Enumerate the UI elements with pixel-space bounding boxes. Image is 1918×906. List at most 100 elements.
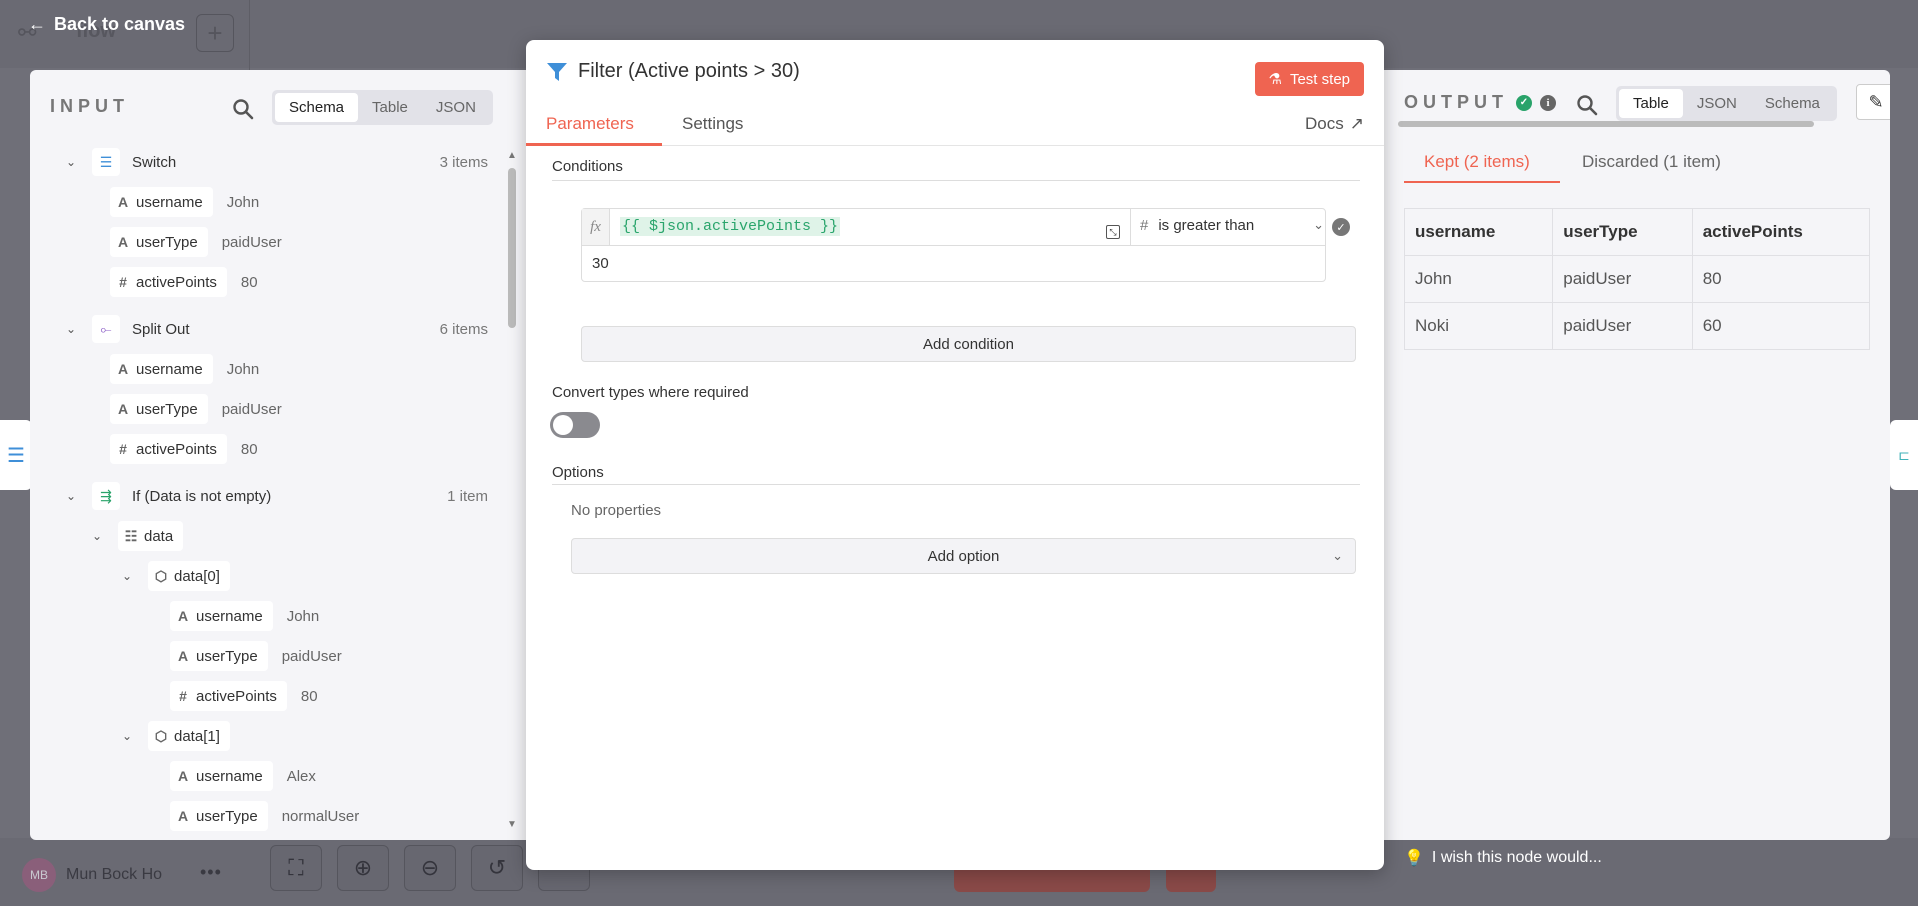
add-option-button[interactable]: Add option ⌄ <box>571 538 1356 574</box>
more-options-icon[interactable]: ••• <box>200 862 222 883</box>
back-to-canvas-button[interactable]: ← Back to canvas <box>28 14 185 35</box>
field-value: paidUser <box>281 647 342 665</box>
scrollbar-thumb[interactable] <box>1398 121 1814 127</box>
tree-object-data[interactable]: ⌄ ☷ data <box>90 520 184 552</box>
docs-link[interactable]: Docs ↗ <box>1305 114 1364 134</box>
schema-field[interactable]: Ausername Alex <box>170 760 316 792</box>
input-view-switcher: Schema Table JSON <box>272 90 493 125</box>
number-type-icon: # <box>119 274 127 290</box>
schema-field[interactable]: AuserType paidUser <box>110 393 282 425</box>
schema-field[interactable]: AuserType paidUser <box>110 226 282 258</box>
field-value: John <box>226 360 260 378</box>
table-header-row: username userType activePoints <box>1403 208 1871 256</box>
schema-field[interactable]: # activePoints 80 <box>110 433 258 465</box>
test-step-button[interactable]: ⚗ Test step <box>1254 62 1364 96</box>
zoom-in-button[interactable]: ⊕ <box>337 845 389 891</box>
tab-settings[interactable]: Settings <box>682 114 743 134</box>
output-tab-json[interactable]: JSON <box>1683 89 1751 118</box>
reset-zoom-button[interactable]: ↺ <box>471 845 523 891</box>
node-title[interactable]: Filter (Active points > 30) <box>578 60 800 83</box>
field-value: paidUser <box>221 400 282 418</box>
schema-field[interactable]: Ausername John <box>170 600 319 632</box>
chevron-down-icon[interactable]: ⌄ <box>64 155 78 169</box>
column-header[interactable]: username <box>1403 208 1554 256</box>
info-icon[interactable]: i <box>1540 94 1556 111</box>
options-label: Options <box>552 464 604 481</box>
tree-object-data-1[interactable]: ⌄ ⬡ data[1] <box>120 720 230 752</box>
scroll-down-icon[interactable]: ▼ <box>507 819 517 830</box>
expand-icon[interactable]: ⤡ <box>1106 225 1120 239</box>
chevron-down-icon[interactable]: ⌄ <box>120 729 134 743</box>
tree-object-data-0[interactable]: ⌄ ⬡ data[0] <box>120 560 230 592</box>
back-to-canvas-label: Back to canvas <box>54 14 186 34</box>
right-value-input[interactable]: 30 <box>592 255 609 272</box>
schema-field[interactable]: AuserType paidUser <box>170 640 342 672</box>
divider <box>582 245 1325 246</box>
field-key: activePoints <box>136 440 217 458</box>
user-name: Mun Bock Ho <box>66 866 163 883</box>
add-workflow-button[interactable]: + <box>196 14 234 52</box>
add-option-label: Add option <box>927 547 1000 565</box>
chevron-down-icon[interactable]: ⌄ <box>64 489 78 503</box>
tree-node-split-out[interactable]: ⌄ ⟜ Split Out 6 items <box>64 313 506 345</box>
input-node-handle[interactable]: ☰ <box>0 420 32 490</box>
tab-kept[interactable]: Kept (2 items) <box>1424 152 1530 172</box>
number-type-icon: # <box>179 688 187 704</box>
field-key: data[0] <box>174 567 220 585</box>
scroll-up-icon[interactable]: ▲ <box>507 150 517 161</box>
field-key: username <box>196 767 263 785</box>
condition-check-icon[interactable]: ✓ <box>1332 218 1350 236</box>
column-header[interactable]: activePoints <box>1691 208 1871 256</box>
table-cell: paidUser <box>1552 302 1693 350</box>
left-value-input[interactable]: {{ $json.activePoints }} <box>620 217 841 236</box>
add-condition-button[interactable]: Add condition <box>581 326 1356 362</box>
string-type-icon: A <box>117 234 129 250</box>
chevron-down-icon[interactable]: ⌄ <box>64 322 78 336</box>
input-tab-json[interactable]: JSON <box>422 93 490 122</box>
tab-discarded[interactable]: Discarded (1 item) <box>1582 152 1721 172</box>
field-value: paidUser <box>221 233 282 251</box>
edit-output-button[interactable]: ✎ <box>1856 84 1890 120</box>
chevron-down-icon: ⌄ <box>1313 217 1324 232</box>
tree-node-if[interactable]: ⌄ ⇶ If (Data is not empty) 1 item <box>64 480 506 512</box>
column-header[interactable]: userType <box>1552 208 1693 256</box>
output-tab-schema[interactable]: Schema <box>1751 89 1834 118</box>
item-count: 6 items <box>439 320 488 338</box>
output-horizontal-scrollbar[interactable] <box>1394 120 1870 128</box>
search-icon[interactable] <box>1576 94 1598 116</box>
schema-field[interactable]: # activePoints 80 <box>170 680 318 712</box>
tree-node-switch[interactable]: ⌄ ☰ Switch 3 items <box>64 146 506 178</box>
schema-field[interactable]: AuserType normalUser <box>170 800 359 832</box>
schema-field[interactable]: # activePoints 80 <box>110 266 258 298</box>
fit-view-button[interactable]: ⛶ <box>270 845 322 891</box>
input-scrollbar[interactable]: ▲ ▼ <box>506 150 518 830</box>
output-node-handle[interactable]: ⊏ <box>1890 420 1918 490</box>
tab-parameters[interactable]: Parameters <box>546 114 634 134</box>
input-title: INPUT <box>50 96 129 116</box>
user-menu[interactable]: MB Mun Bock Ho <box>22 858 162 892</box>
zoom-out-button[interactable]: ⊖ <box>404 845 456 891</box>
table-cell: 80 <box>1691 255 1871 303</box>
field-key: activePoints <box>196 687 277 705</box>
input-tab-table[interactable]: Table <box>358 93 422 122</box>
feedback-link[interactable]: 💡 I wish this node would... <box>1404 848 1602 868</box>
output-tab-table[interactable]: Table <box>1619 89 1683 118</box>
operator-select[interactable]: # is greater than ⌄ <box>1140 217 1324 234</box>
active-tab-underline <box>526 143 662 146</box>
list-icon: ☷ <box>124 527 138 544</box>
table-cell: Noki <box>1403 302 1554 350</box>
convert-types-toggle[interactable] <box>550 412 600 438</box>
scrollbar-thumb[interactable] <box>508 168 516 328</box>
number-type-icon: # <box>119 441 127 457</box>
chevron-down-icon[interactable]: ⌄ <box>90 529 104 543</box>
item-count: 3 items <box>439 153 488 171</box>
search-icon[interactable] <box>232 98 254 120</box>
if-icon: ⇶ <box>92 482 120 510</box>
schema-field[interactable]: Ausername John <box>110 353 259 385</box>
chevron-down-icon[interactable]: ⌄ <box>120 569 134 583</box>
string-type-icon: A <box>117 194 129 210</box>
input-tab-schema[interactable]: Schema <box>275 93 359 122</box>
schema-field[interactable]: Ausername John <box>110 186 259 218</box>
node-tabs: Parameters Settings Docs ↗ <box>526 104 1384 146</box>
field-value: normalUser <box>281 807 360 825</box>
